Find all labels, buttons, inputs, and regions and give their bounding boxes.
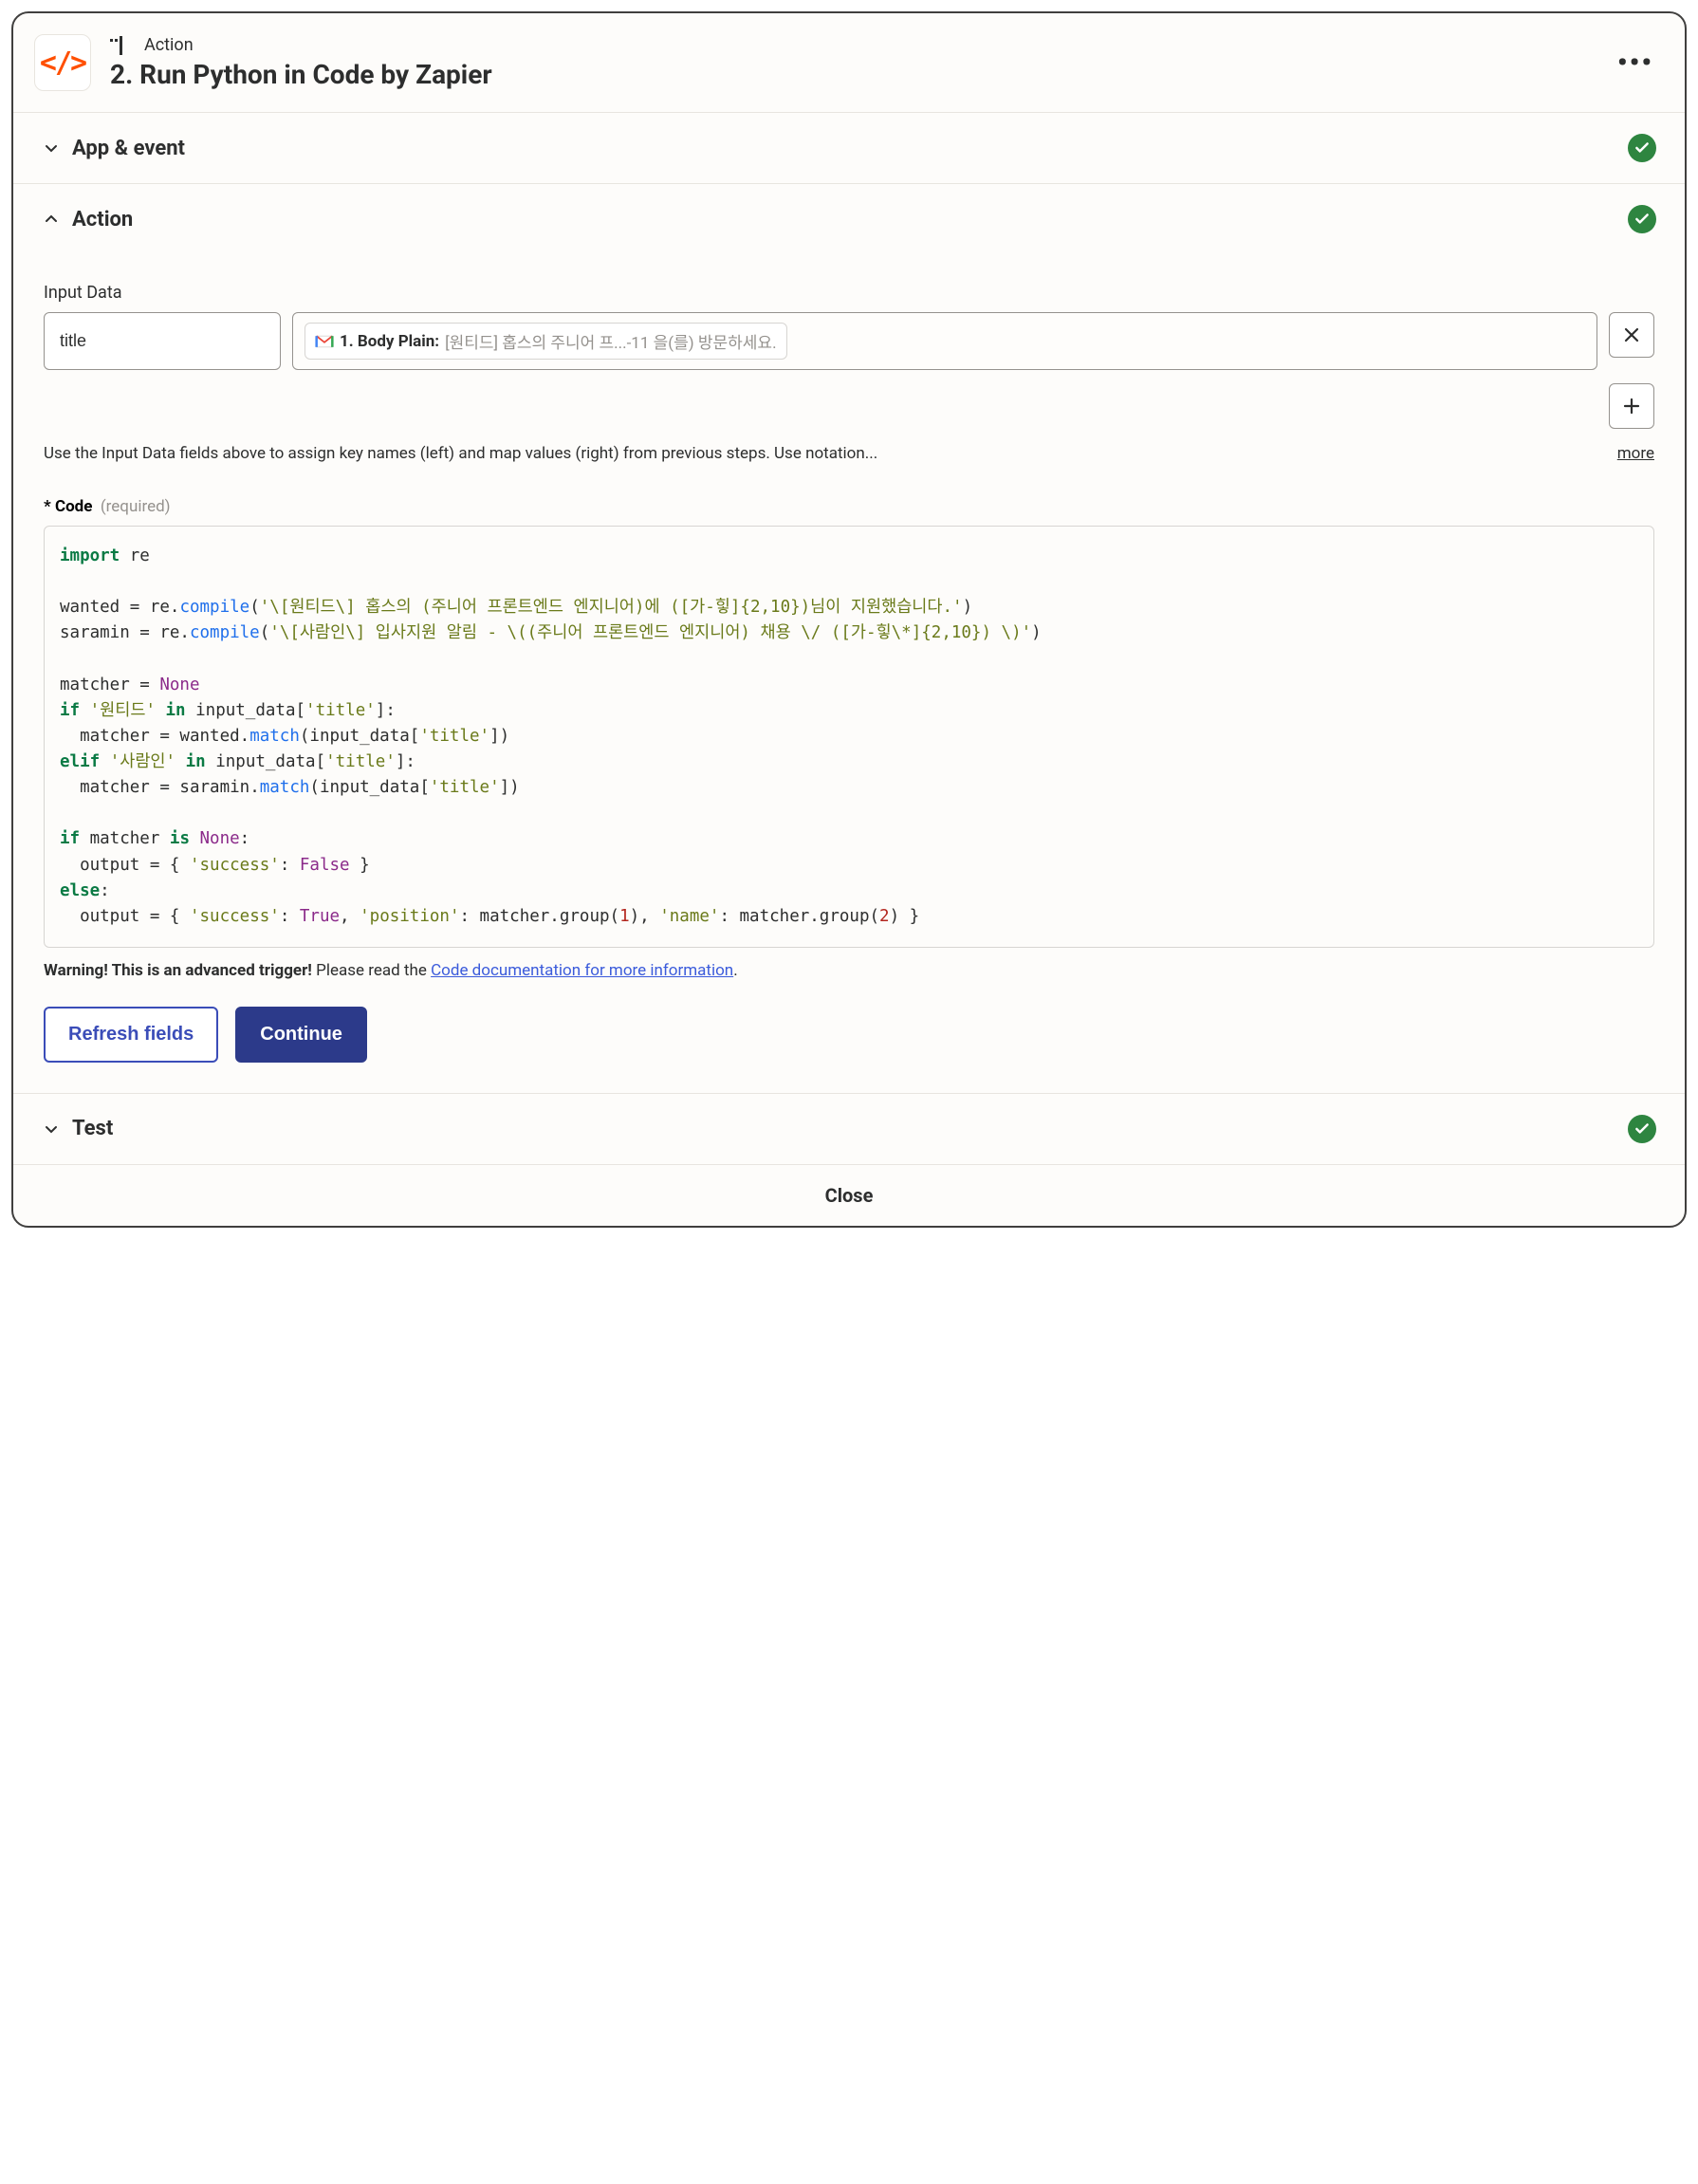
close-button[interactable]: Close <box>13 1164 1685 1226</box>
input-key-field[interactable] <box>44 312 281 370</box>
ellipsis-icon: ••• <box>1617 46 1653 80</box>
more-link[interactable]: more <box>1617 444 1654 463</box>
step-header: </> Action 2. Run Python in Code by Zapi… <box>13 13 1685 113</box>
code-field-label: * Code (required) <box>44 497 1654 516</box>
input-data-help: Use the Input Data fields above to assig… <box>44 444 1595 463</box>
more-menu-button[interactable]: ••• <box>1615 42 1656 83</box>
remove-row-button[interactable] <box>1609 312 1654 358</box>
section-action[interactable]: Action <box>13 184 1685 254</box>
chevron-up-icon <box>42 210 61 229</box>
input-data-row: 1. Body Plain: [원티드] 홉스의 주니어 프...-11 을(를… <box>44 312 1654 370</box>
status-complete-icon <box>1628 1115 1656 1143</box>
code-label-text: * Code <box>44 497 92 516</box>
input-value-field[interactable]: 1. Body Plain: [원티드] 홉스의 주니어 프...-11 을(를… <box>292 312 1597 370</box>
chevron-down-icon <box>42 1120 61 1138</box>
code-docs-link[interactable]: Code documentation for more information <box>431 961 733 980</box>
section-title-test: Test <box>72 1117 1628 1140</box>
step-type-label: Action <box>144 35 194 55</box>
add-row-button[interactable] <box>1609 383 1654 429</box>
path-icon <box>110 36 135 55</box>
warning-text: Warning! This is an advanced trigger! Pl… <box>44 961 1654 980</box>
status-complete-icon <box>1628 205 1656 233</box>
warning-period: . <box>733 961 737 980</box>
input-data-label: Input Data <box>44 283 1654 303</box>
section-title-app-event: App & event <box>72 137 1628 160</box>
gmail-icon <box>315 334 334 349</box>
code-editor[interactable]: import re wanted = re.compile('\[원티드\] 홉… <box>44 526 1654 948</box>
section-title-action: Action <box>72 208 1628 231</box>
x-icon <box>1623 326 1640 343</box>
token-label: 1. Body Plain: <box>340 332 439 351</box>
mapped-token[interactable]: 1. Body Plain: [원티드] 홉스의 주니어 프...-11 을(를… <box>305 323 787 360</box>
section-test[interactable]: Test <box>13 1094 1685 1164</box>
header-label-row: Action <box>110 35 1615 55</box>
app-icon-code: </> <box>34 34 91 91</box>
step-editor-panel: </> Action 2. Run Python in Code by Zapi… <box>11 11 1687 1228</box>
token-preview: [원티드] 홉스의 주니어 프...-11 을(를) 방문하세요. <box>445 329 776 353</box>
step-title: 2. Run Python in Code by Zapier <box>110 59 1615 90</box>
status-complete-icon <box>1628 134 1656 162</box>
code-label-required: (required) <box>101 497 171 516</box>
action-body: Input Data 1. Body Plain: [원티드] 홉스의 주니어 … <box>13 254 1685 1094</box>
help-row: Use the Input Data fields above to assig… <box>44 444 1654 463</box>
button-row: Refresh fields Continue <box>44 1007 1654 1063</box>
warning-mid: Please read the <box>312 961 431 980</box>
warning-bold: Warning! This is an advanced trigger! <box>44 961 312 980</box>
code-brackets-icon: </> <box>40 46 85 80</box>
plus-icon <box>1622 397 1641 416</box>
chevron-down-icon <box>42 139 61 157</box>
add-row-container <box>44 383 1654 429</box>
header-text: Action 2. Run Python in Code by Zapier <box>110 35 1615 90</box>
refresh-fields-button[interactable]: Refresh fields <box>44 1007 218 1063</box>
section-app-event[interactable]: App & event <box>13 113 1685 184</box>
continue-button[interactable]: Continue <box>235 1007 367 1063</box>
